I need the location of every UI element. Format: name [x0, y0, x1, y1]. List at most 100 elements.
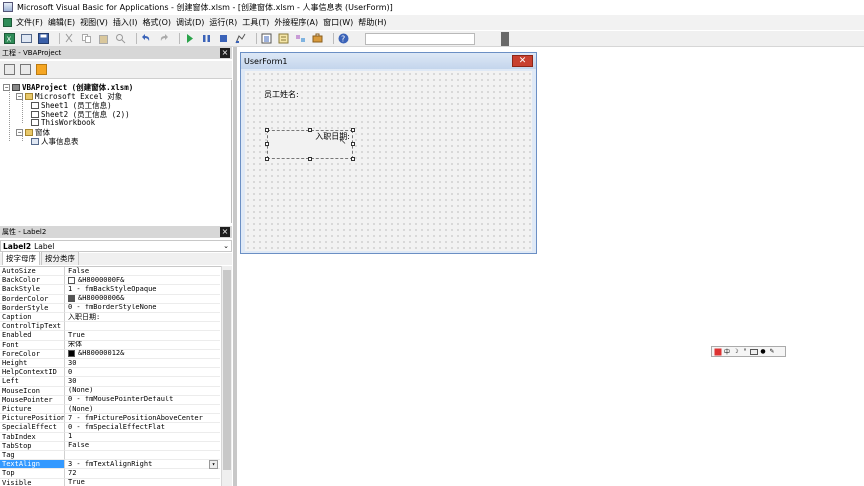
property-row[interactable]: TabIndex 1	[0, 432, 220, 442]
property-value[interactable]: True	[65, 479, 220, 486]
property-value[interactable]: 7 - fmPicturePositionAboveCenter	[65, 414, 220, 424]
close-icon[interactable]: ×	[220, 48, 230, 58]
redo-icon[interactable]	[158, 33, 169, 44]
property-row[interactable]: ControlTipText	[0, 322, 220, 332]
property-value[interactable]: 30	[65, 359, 220, 369]
menu-edit[interactable]: 编辑(E)	[48, 17, 80, 28]
property-value[interactable]	[65, 451, 220, 461]
property-value[interactable]: &H8000000F&	[65, 276, 220, 286]
collapse-icon[interactable]: −	[3, 84, 10, 91]
view-code-icon[interactable]	[4, 64, 15, 75]
toggle-folders-icon[interactable]	[36, 64, 47, 75]
property-value[interactable]: 0 - fmSpecialEffectFlat	[65, 423, 220, 433]
property-row[interactable]: Tag	[0, 451, 220, 461]
resize-handle-w[interactable]	[265, 142, 269, 146]
property-value[interactable]: True	[65, 331, 220, 341]
label-employee-name[interactable]: 员工姓名:	[263, 89, 300, 100]
property-row[interactable]: Height 30	[0, 359, 220, 369]
pane-splitter[interactable]	[233, 47, 237, 486]
menu-tools[interactable]: 工具(T)	[242, 17, 274, 28]
view-object-icon[interactable]	[20, 64, 31, 75]
properties-icon[interactable]	[278, 33, 289, 44]
scrollbar-thumb[interactable]	[223, 270, 231, 470]
toolbox-icon[interactable]	[312, 33, 323, 44]
property-value[interactable]: 30	[65, 377, 220, 387]
property-value[interactable]: 宋体	[65, 341, 220, 350]
property-row[interactable]: AutoSize False	[0, 267, 220, 277]
property-row[interactable]: BorderStyle 0 - fmBorderStyleNone	[0, 303, 220, 313]
cut-icon[interactable]	[64, 33, 75, 44]
menu-file[interactable]: 文件(F)	[3, 17, 48, 28]
design-mode-icon[interactable]	[235, 33, 246, 44]
menu-view[interactable]: 视图(V)	[80, 17, 113, 28]
properties-scrollbar[interactable]	[221, 266, 232, 486]
property-value[interactable]: 入职日期:	[65, 313, 220, 323]
punctuation-icon[interactable]: °	[741, 348, 749, 356]
property-row[interactable]: HelpContextID 0	[0, 368, 220, 378]
toolbar-overflow-handle[interactable]	[501, 31, 509, 46]
property-row[interactable]: Picture (None)	[0, 405, 220, 415]
tree-node-userform[interactable]: 人事信息表	[31, 136, 79, 147]
property-row[interactable]: SpecialEffect 0 - fmSpecialEffectFlat	[0, 423, 220, 433]
resize-handle-s[interactable]	[308, 157, 312, 161]
keyboard-icon[interactable]	[750, 348, 758, 356]
property-row[interactable]: TextAlign 3 - fmTextAlignRight ▾	[0, 460, 220, 470]
resize-handle-se[interactable]	[351, 157, 355, 161]
project-explorer-icon[interactable]	[261, 33, 272, 44]
object-browser-icon[interactable]	[295, 33, 306, 44]
property-row[interactable]: Visible True	[0, 478, 220, 486]
property-row[interactable]: BackStyle 1 - fmBackStyleOpaque	[0, 285, 220, 295]
chinese-mode-icon[interactable]: 中	[723, 348, 731, 356]
property-row[interactable]: PicturePosition 7 - fmPicturePositionAbov…	[0, 414, 220, 424]
property-row[interactable]: BorderColor &H80000006&	[0, 294, 220, 304]
property-value[interactable]: False	[65, 442, 220, 451]
resize-handle-ne[interactable]	[351, 128, 355, 132]
property-row[interactable]: Font 宋体	[0, 340, 220, 350]
moon-icon[interactable]: ☽	[732, 348, 740, 356]
run-icon[interactable]	[184, 33, 195, 44]
menu-addins[interactable]: 外接程序(A)	[274, 17, 323, 28]
undo-icon[interactable]	[141, 33, 152, 44]
property-value[interactable]: 1	[65, 433, 220, 442]
tab-alphabetic[interactable]: 按字母序	[2, 251, 40, 265]
property-row[interactable]: MousePointer 0 - fmMousePointerDefault	[0, 395, 220, 405]
close-icon[interactable]: ✕	[512, 55, 533, 67]
break-icon[interactable]	[201, 33, 212, 44]
resize-handle-sw[interactable]	[265, 157, 269, 161]
userform-canvas[interactable]: 员工姓名: 入职日期: ↖	[245, 71, 532, 251]
menu-debug[interactable]: 调试(D)	[176, 17, 209, 28]
property-value[interactable]: 0 - fmBorderStyleNone	[65, 304, 220, 313]
property-row[interactable]: Left 30	[0, 377, 220, 387]
resize-handle-n[interactable]	[308, 128, 312, 132]
property-row[interactable]: TabStop False	[0, 441, 220, 451]
collapse-icon[interactable]: −	[16, 129, 23, 136]
property-value[interactable]: 0	[65, 368, 220, 378]
ime-logo-icon[interactable]	[714, 348, 722, 356]
property-value[interactable]: 0 - fmMousePointerDefault	[65, 396, 220, 405]
insert-form-icon[interactable]	[21, 33, 32, 44]
menu-insert[interactable]: 插入(I)	[113, 17, 143, 28]
property-value[interactable]: &H80000012&	[65, 350, 220, 359]
property-row[interactable]: Top 72	[0, 469, 220, 479]
close-icon[interactable]: ×	[220, 227, 230, 237]
chevron-down-icon[interactable]: ▾	[209, 460, 218, 470]
property-value[interactable]: &H80000006&	[65, 295, 220, 304]
property-row[interactable]: Caption 入职日期:	[0, 313, 220, 323]
property-row[interactable]: ForeColor &H80000012&	[0, 349, 220, 359]
property-value[interactable]: (None)	[65, 405, 220, 415]
user-icon[interactable]: ●	[759, 348, 767, 356]
menu-format[interactable]: 格式(O)	[142, 17, 176, 28]
property-value[interactable]: 3 - fmTextAlignRight	[65, 460, 220, 470]
paste-icon[interactable]	[98, 33, 109, 44]
excel-icon[interactable]	[3, 18, 12, 27]
save-icon[interactable]	[38, 33, 49, 44]
property-row[interactable]: BackColor &H8000000F&	[0, 276, 220, 286]
property-row[interactable]: MouseIcon (None)	[0, 386, 220, 396]
tab-categorized[interactable]: 按分类序	[41, 251, 79, 265]
property-value[interactable]	[65, 322, 220, 332]
menu-help[interactable]: 帮助(H)	[358, 17, 391, 28]
find-icon[interactable]	[115, 33, 126, 44]
menu-window[interactable]: 窗口(W)	[323, 17, 358, 28]
wrench-icon[interactable]: ✎	[768, 348, 776, 356]
property-value[interactable]: (None)	[65, 387, 220, 396]
